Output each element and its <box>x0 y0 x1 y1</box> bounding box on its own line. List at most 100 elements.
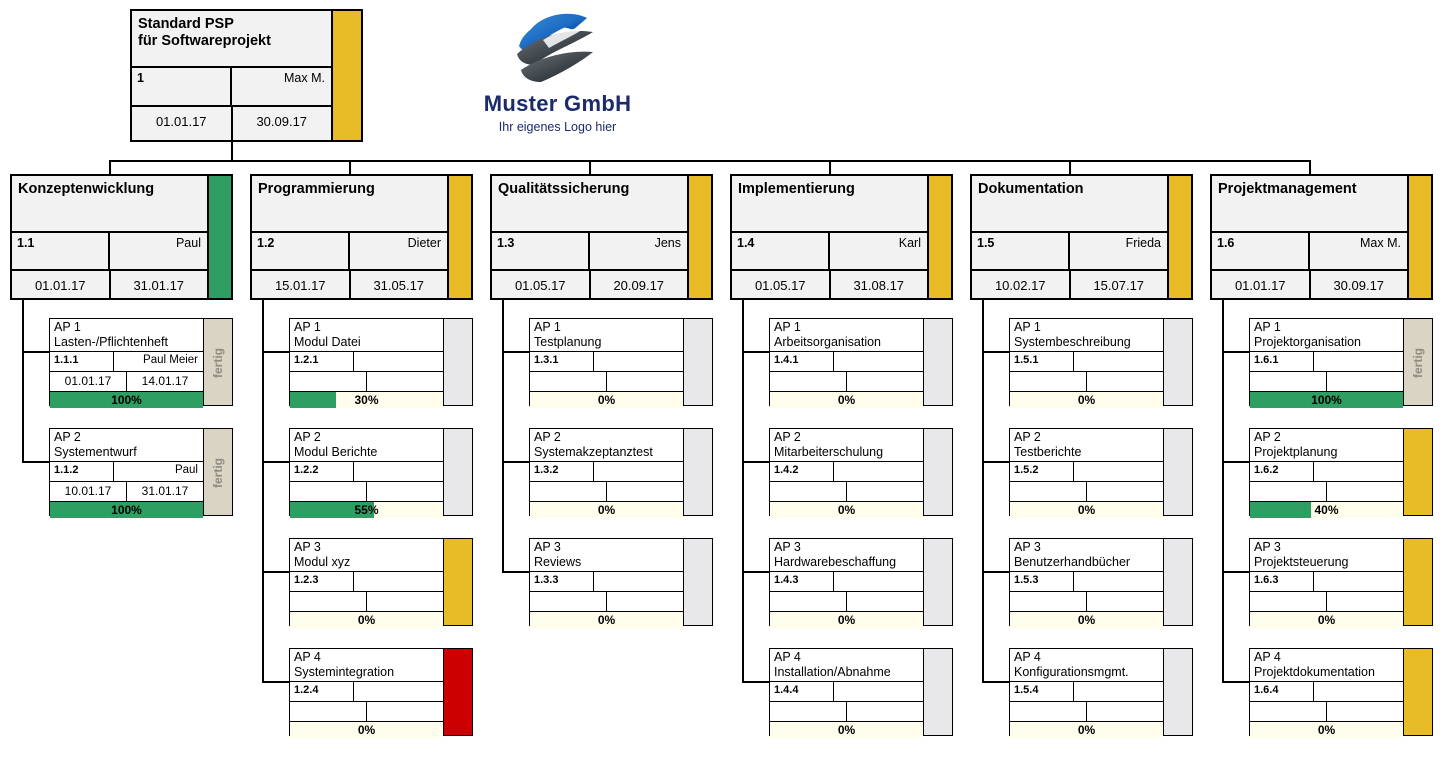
task-progress-label: 0% <box>837 723 856 737</box>
task-id: 1.1.1 <box>50 352 115 371</box>
task-name: Systementwurf <box>54 445 137 459</box>
task-id-row: 1.5.4 <box>1010 682 1163 702</box>
task-ap-label: AP 3 <box>294 540 321 554</box>
task-end-date: 14.01.17 <box>141 374 189 388</box>
root-status-bar <box>333 9 363 142</box>
phase-node-body: Projektmanagement 1.6 Max M. 01.01.17 30.09.… <box>1210 174 1409 300</box>
task-end-date <box>1327 372 1403 391</box>
task-progress-fill <box>1250 502 1312 518</box>
task-node-1-5-2: AP 2 Testberichte 1.5.2 0% <box>1009 428 1193 518</box>
task-date-row <box>1250 482 1403 502</box>
task-id: 1.6.3 <box>1250 572 1315 591</box>
task-ap-label: AP 2 <box>1254 430 1281 444</box>
phase-date-row: 01.05.17 20.09.17 <box>492 271 687 298</box>
task-date-row <box>1010 482 1163 502</box>
task-id-row: 1.4.4 <box>770 682 923 702</box>
task-progress-label: 0% <box>597 393 616 407</box>
task-owner: Paul Meier <box>143 354 198 366</box>
phase-date-row: 01.01.17 31.01.17 <box>12 271 207 298</box>
task-status-bar <box>1404 428 1433 516</box>
task-owner <box>834 352 923 371</box>
task-end-date <box>1087 482 1163 501</box>
task-id-row: 1.2.3 <box>290 572 443 592</box>
task-progress-label: 0% <box>837 613 856 627</box>
task-id-row: 1.2.2 <box>290 462 443 482</box>
phase-node-1-5: Dokumentation 1.5 Frieda 10.02.17 15.07.17 <box>970 174 1193 300</box>
connector-root-drop <box>230 142 233 160</box>
task-start-date <box>290 372 367 391</box>
phase-title: Programmierung <box>252 176 447 233</box>
task-end-date <box>847 372 923 391</box>
task-id: 1.6.2 <box>1250 462 1315 481</box>
connector-task-trunk <box>742 300 744 683</box>
task-start-date <box>1250 482 1327 501</box>
task-name: Lasten-/Pflichtenheft <box>54 335 168 349</box>
task-date-row <box>290 372 443 392</box>
task-owner <box>1314 682 1403 701</box>
task-id: 1.5.4 <box>1010 682 1075 701</box>
task-name: Modul Berichte <box>294 445 378 459</box>
task-id: 1.2.4 <box>290 682 355 701</box>
task-status-bar <box>1404 538 1433 626</box>
logo-tagline: Ihr eigenes Logo hier <box>498 120 617 134</box>
task-status-label: fertig <box>211 458 225 488</box>
phase-node-1-3: Qualitätssicherung 1.3 Jens 01.05.17 20.09.1… <box>490 174 713 300</box>
task-node-body: AP 1 Testplanung 1.3.1 0% <box>529 318 684 408</box>
phase-title: Projektmanagement <box>1212 176 1407 233</box>
task-end-date: 31.01.17 <box>141 484 189 498</box>
task-node-body: AP 3 Reviews 1.3.3 0% <box>529 538 684 628</box>
task-id: 1.4.4 <box>770 682 835 701</box>
phase-owner: Max M. <box>1360 236 1401 250</box>
task-id-row: 1.3.3 <box>530 572 683 592</box>
task-start-date <box>1010 702 1087 721</box>
connector-task-branch <box>22 351 49 353</box>
task-ap-label: AP 4 <box>1014 650 1041 664</box>
task-progress-bar: 0% <box>1250 612 1403 628</box>
phase-node-1-2: Programmierung 1.2 Dieter 15.01.17 31.05.17 <box>250 174 473 300</box>
task-progress-bar: 0% <box>1250 722 1403 738</box>
phase-id: 1.4 <box>732 233 830 269</box>
task-end-date <box>367 592 443 611</box>
task-start-date <box>1010 482 1087 501</box>
task-node-body: AP 4 Systemintegration 1.2.4 0% <box>289 648 444 738</box>
task-start-date <box>290 482 367 501</box>
task-header: AP 4 Installation/Abnahme <box>770 649 923 682</box>
task-node-body: AP 2 Projektplanung 1.6.2 40% <box>1249 428 1404 518</box>
task-header: AP 3 Modul xyz <box>290 539 443 572</box>
task-name: Testplanung <box>534 335 602 349</box>
task-header: AP 1 Lasten-/Pflichtenheft <box>50 319 203 352</box>
task-owner <box>354 572 443 591</box>
task-progress-bar: 0% <box>770 392 923 408</box>
task-node-body: AP 3 Hardwarebeschaffung 1.4.3 0% <box>769 538 924 628</box>
task-start-date <box>1010 592 1087 611</box>
task-end-date <box>367 702 443 721</box>
task-owner <box>594 352 683 371</box>
task-header: AP 3 Benutzerhandbücher <box>1010 539 1163 572</box>
connector-task-branch <box>262 571 289 573</box>
task-start-date <box>1250 702 1327 721</box>
task-status-bar <box>924 538 953 626</box>
task-ap-label: AP 3 <box>774 540 801 554</box>
phase-owner: Karl <box>898 236 921 250</box>
task-status-bar <box>444 428 473 516</box>
task-id-row: 1.4.1 <box>770 352 923 372</box>
task-date-row <box>1010 592 1163 612</box>
task-node-1-4-3: AP 3 Hardwarebeschaffung 1.4.3 0% <box>769 538 953 628</box>
task-status-bar <box>1164 428 1193 516</box>
phase-id: 1.3 <box>492 233 590 269</box>
phase-start-date: 01.01.17 <box>1212 271 1311 298</box>
task-end-date <box>1327 482 1403 501</box>
globe-swoosh-logo-icon <box>517 13 593 82</box>
task-id: 1.1.2 <box>50 462 115 481</box>
task-ap-label: AP 3 <box>534 540 561 554</box>
task-node-body: AP 2 Systementwurf 1.1.2 Paul 10.01.17 31.01.… <box>49 428 204 518</box>
task-node-1-4-1: AP 1 Arbeitsorganisation 1.4.1 0% <box>769 318 953 408</box>
task-progress-label: 0% <box>1077 613 1096 627</box>
task-ap-label: AP 1 <box>294 320 321 334</box>
task-progress-bar: 0% <box>770 722 923 738</box>
phase-status-bar <box>209 174 233 300</box>
task-ap-label: AP 1 <box>1254 320 1281 334</box>
task-node-body: AP 2 Testberichte 1.5.2 0% <box>1009 428 1164 518</box>
task-name: Reviews <box>534 555 582 569</box>
task-status-bar <box>444 648 473 736</box>
